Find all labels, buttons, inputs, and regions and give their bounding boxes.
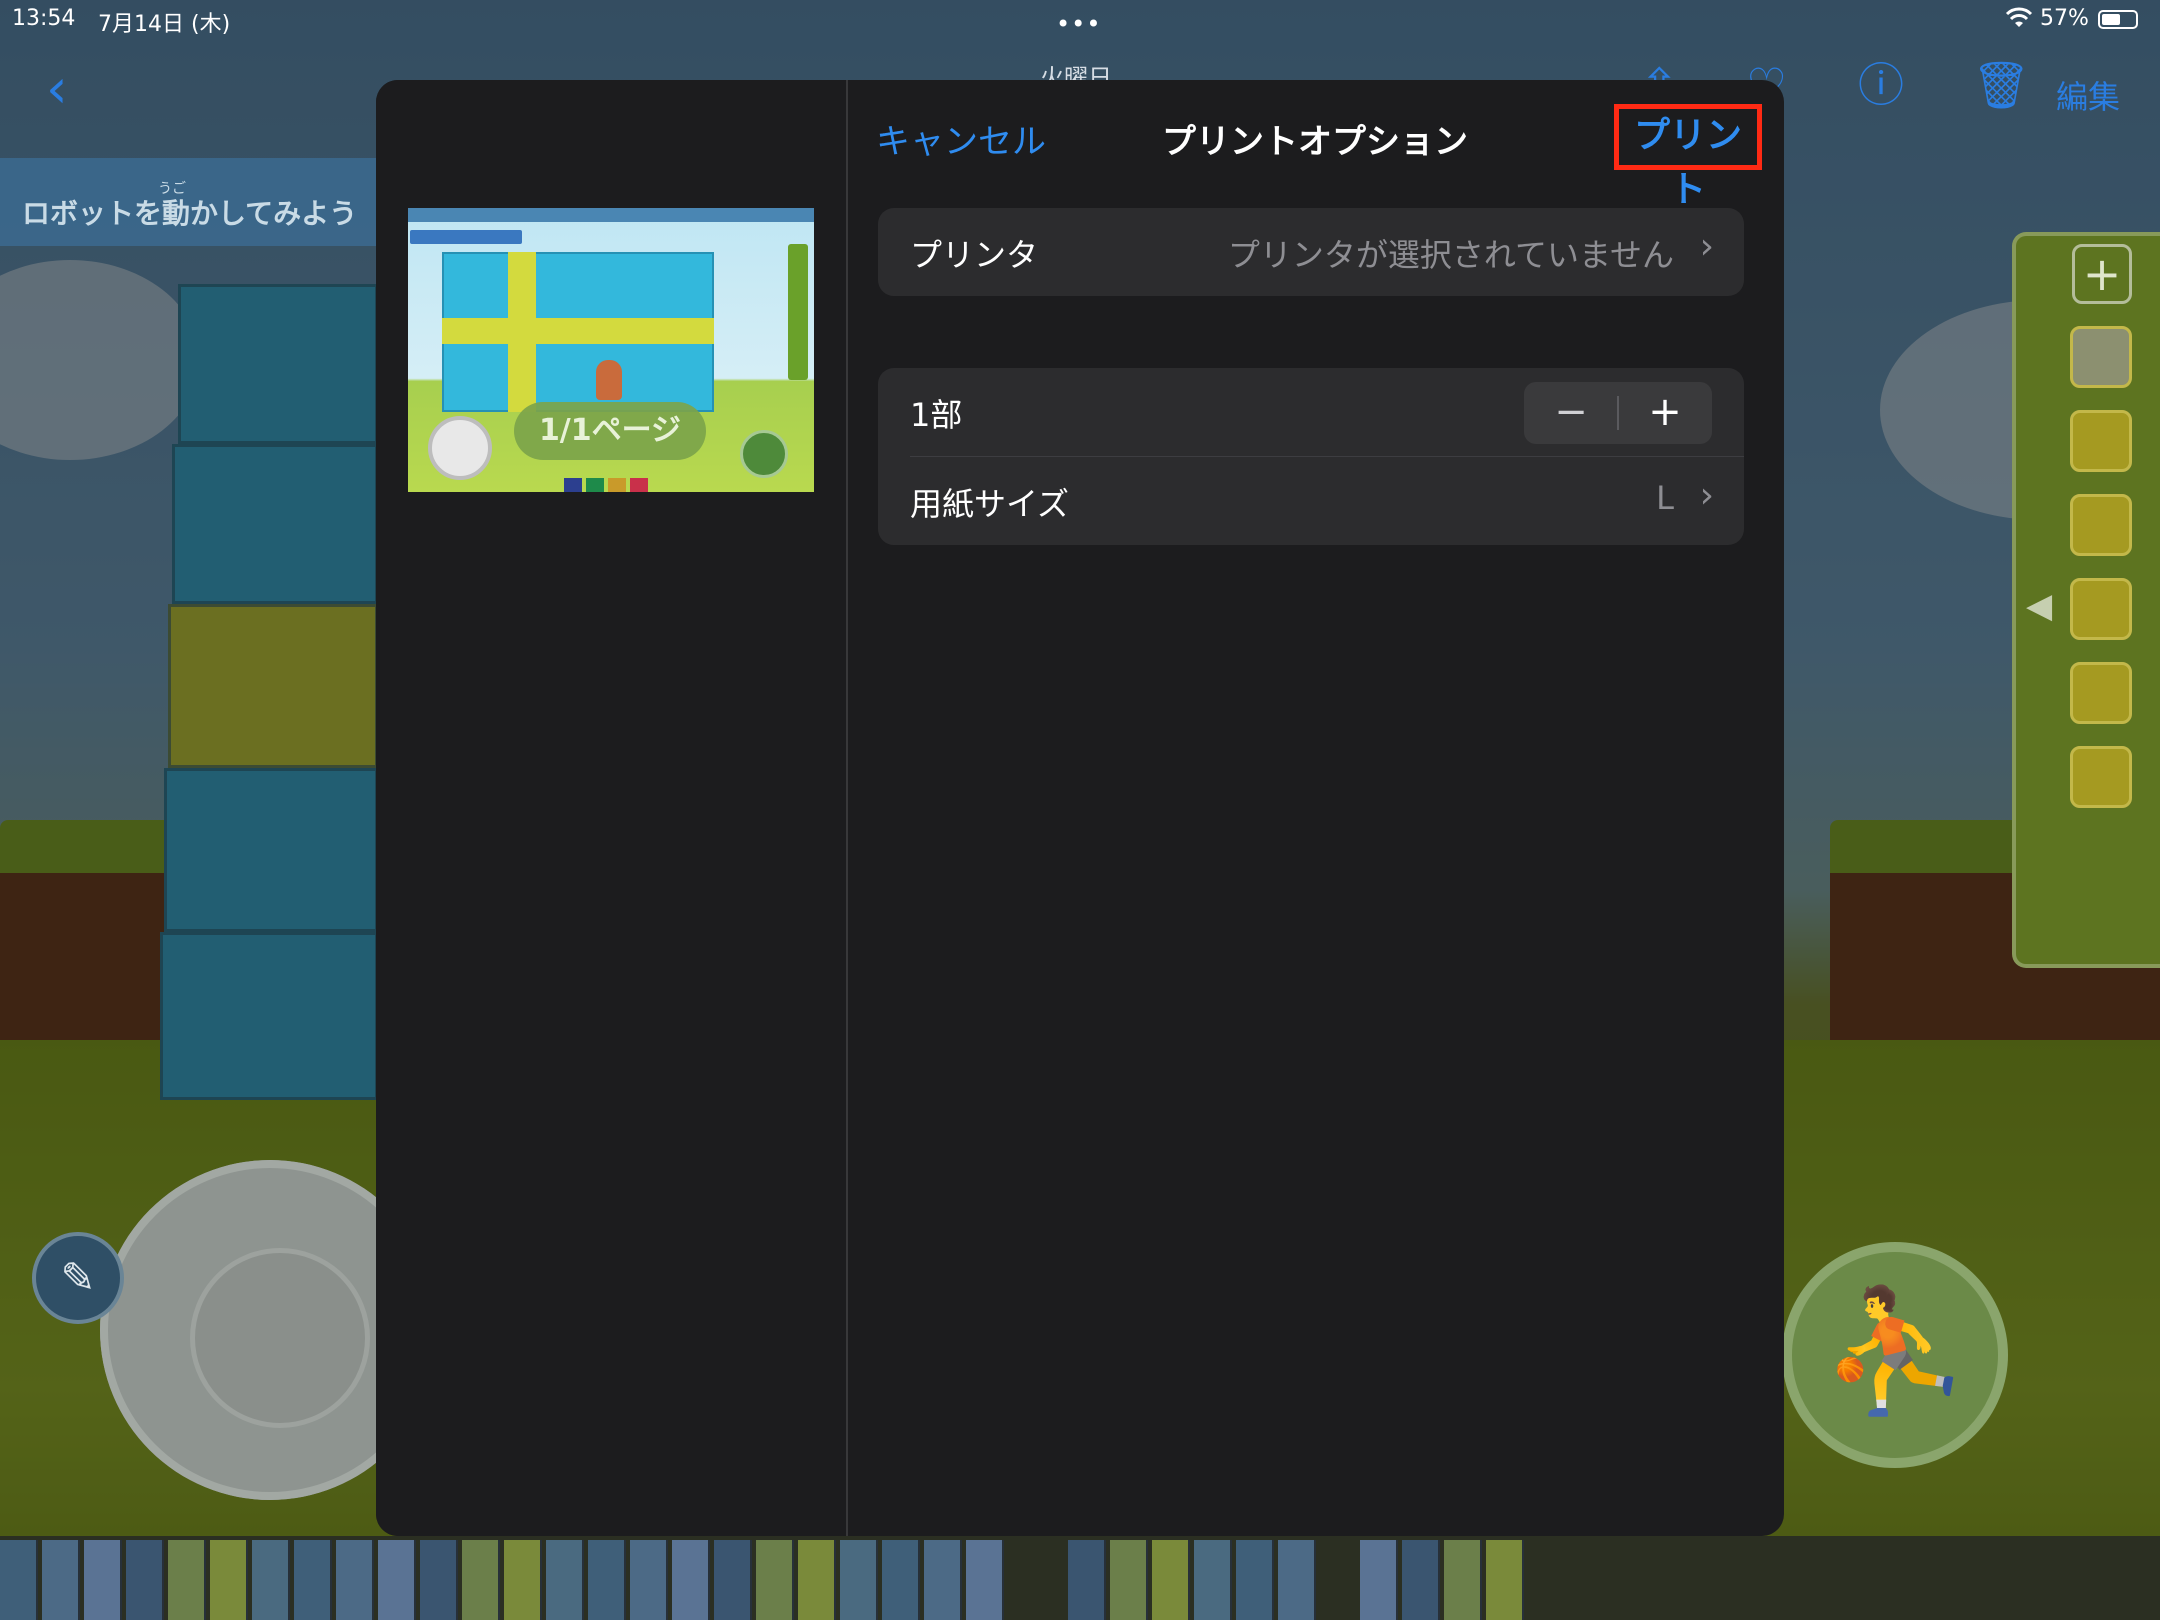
print-button[interactable]: プリント (1614, 104, 1762, 210)
filmstrip-thumbnail[interactable] (252, 1540, 290, 1620)
filmstrip-thumbnail[interactable] (1486, 1540, 1524, 1620)
preview-palette (788, 244, 808, 380)
collapse-triangle-icon: ◀ (2026, 586, 2053, 626)
multitasking-dots[interactable]: ••• (1056, 10, 1101, 38)
status-bar: 13:54 7月14日 (木) ••• 57% (0, 0, 2160, 40)
preview-swatch (564, 478, 582, 492)
filmstrip-thumbnail[interactable] (1152, 1540, 1190, 1620)
battery-icon (2098, 10, 2138, 29)
increment-button[interactable]: + (1618, 382, 1712, 444)
filmstrip-thumbnail[interactable] (672, 1540, 710, 1620)
preview-banner (410, 230, 522, 244)
page-preview[interactable]: 1/1ページ (408, 208, 814, 492)
filmstrip-thumbnail[interactable] (504, 1540, 542, 1620)
palette-robot-icon (2070, 662, 2132, 724)
preview-topbar (408, 208, 814, 222)
edit-button[interactable]: 編集 (2056, 72, 2120, 118)
sheet-header: キャンセル プリントオプション プリント (846, 80, 1784, 210)
preview-yellow-bar (442, 318, 714, 344)
filmstrip-thumbnail[interactable] (294, 1540, 332, 1620)
status-time: 13:54 (12, 6, 76, 31)
filmstrip-thumbnail[interactable] (1402, 1540, 1440, 1620)
battery-fill (2102, 14, 2120, 25)
copies-stepper: − + (1524, 382, 1712, 444)
status-date: 7月14日 (木) (98, 12, 231, 37)
trash-icon[interactable]: 🗑 (1972, 62, 2030, 108)
printer-row[interactable]: プリンタ プリンタが選択されていません › (878, 208, 1744, 296)
battery-percent: 57% (2040, 6, 2089, 31)
filmstrip-thumbnail[interactable] (0, 1540, 38, 1620)
filmstrip-thumbnail[interactable] (1068, 1540, 1106, 1620)
filmstrip-thumbnail[interactable] (168, 1540, 206, 1620)
filmstrip-thumbnail[interactable] (462, 1540, 500, 1620)
filmstrip-thumbnail[interactable] (966, 1540, 1004, 1620)
preview-jump-button (740, 430, 788, 478)
info-icon[interactable]: ⓘ (1858, 62, 1904, 108)
page-count-badge: 1/1ページ (514, 402, 706, 460)
filmstrip-thumbnail[interactable] (798, 1540, 836, 1620)
paper-size-value: L (1656, 479, 1674, 517)
filmstrip-thumbnail[interactable] (714, 1540, 752, 1620)
chevron-right-icon: › (1699, 226, 1714, 267)
decrement-button[interactable]: − (1524, 382, 1618, 444)
filmstrip-thumbnail[interactable] (1236, 1540, 1274, 1620)
preview-swatch (586, 478, 604, 492)
preview-yellow-bar (508, 252, 536, 412)
filmstrip-thumbnail[interactable] (210, 1540, 248, 1620)
wifi-icon (2005, 6, 2033, 36)
filmstrip-thumbnail[interactable] (1194, 1540, 1232, 1620)
preview-swatch (608, 478, 626, 492)
filmstrip-thumbnail[interactable] (630, 1540, 668, 1620)
palette-robot-icon (2070, 410, 2132, 472)
filmstrip-thumbnail[interactable] (756, 1540, 794, 1620)
printer-label: プリンタ (910, 236, 1039, 274)
preview-swatch (630, 478, 648, 492)
filmstrip-thumbnail[interactable] (336, 1540, 374, 1620)
paper-size-row[interactable]: 用紙サイズ L › (878, 457, 1744, 545)
filmstrip-thumbnail[interactable] (1278, 1540, 1316, 1620)
filmstrip-thumbnail[interactable] (1110, 1540, 1148, 1620)
filmstrip-thumbnail[interactable] (42, 1540, 80, 1620)
palette-robot-icon (2070, 746, 2132, 808)
filmstrip-thumbnail[interactable] (882, 1540, 920, 1620)
preview-joystick (428, 416, 492, 480)
palette-robot-icon (2070, 578, 2132, 640)
filmstrip-thumbnail[interactable] (126, 1540, 164, 1620)
add-icon: + (2072, 244, 2132, 304)
palette-robot-icon (2070, 494, 2132, 556)
copies-label: 1部 (910, 396, 963, 434)
preview-pane: 1/1ページ (376, 80, 846, 1536)
filmstrip-thumbnail[interactable] (546, 1540, 584, 1620)
jump-figure-icon: ⛹ (1782, 1242, 2008, 1468)
paper-size-label: 用紙サイズ (910, 485, 1070, 523)
options-group: 1部 − + 用紙サイズ L › (878, 368, 1744, 545)
chevron-right-icon: › (1699, 475, 1714, 516)
filmstrip-thumbnail[interactable] (1444, 1540, 1482, 1620)
filmstrip-thumbnail[interactable] (84, 1540, 122, 1620)
filmstrip-thumbnail[interactable] (840, 1540, 878, 1620)
preview-character (596, 360, 622, 400)
filmstrip-thumbnail[interactable] (1360, 1540, 1398, 1620)
back-chevron-icon[interactable]: ‹ (46, 62, 68, 116)
filmstrip-thumbnail[interactable] (588, 1540, 626, 1620)
filmstrip-thumbnail[interactable] (378, 1540, 416, 1620)
banner-text: ロボットを動かしてみよう (22, 197, 358, 230)
filmstrip-thumbnail[interactable] (420, 1540, 458, 1620)
print-options-sheet: 1/1ページ キャンセル プリントオプション プリント プリンタ プリンタが選択… (376, 80, 1784, 1536)
printer-group: プリンタ プリンタが選択されていません › (878, 208, 1744, 296)
pane-divider (846, 80, 848, 1536)
filmstrip-thumbnail[interactable] (924, 1540, 962, 1620)
copies-row: 1部 − + (878, 368, 1744, 457)
printer-value: プリンタが選択されていません (1227, 236, 1674, 274)
palette-robot-icon (2070, 326, 2132, 388)
joystick-knob (190, 1248, 370, 1428)
pencil-icon: ✎ (32, 1232, 124, 1324)
